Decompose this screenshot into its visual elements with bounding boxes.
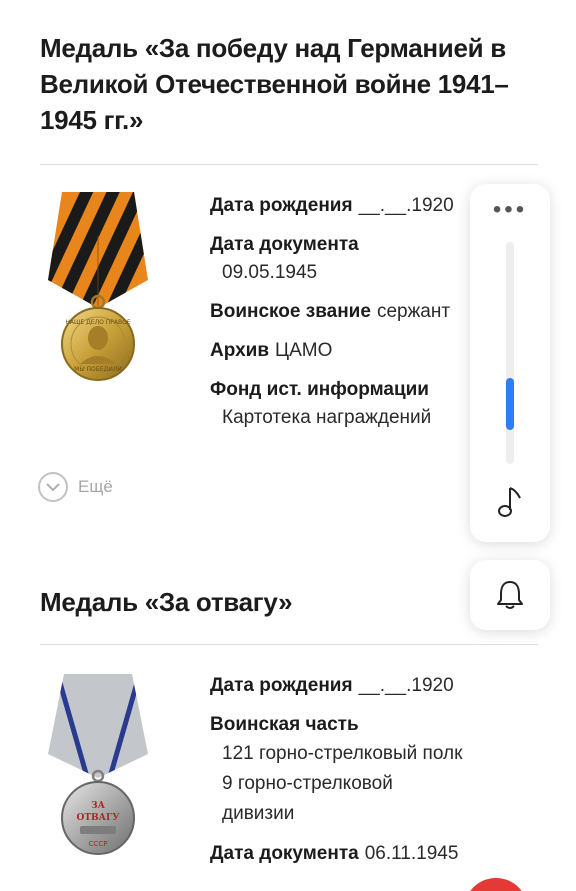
field-info-fund: Фонд ист. информации Картотека награжден…: [210, 376, 472, 432]
show-more-button[interactable]: Ещё: [38, 472, 113, 502]
floating-tools-panel: •••: [470, 184, 550, 542]
scroll-thumb[interactable]: [506, 378, 514, 430]
page: Медаль «За победу над Германией в Велико…: [0, 0, 576, 891]
svg-text:ОТВАГУ: ОТВАГУ: [77, 813, 121, 823]
award-title-courage: Медаль «За отвагу»: [40, 587, 293, 617]
svg-text:МЫ ПОБЕДИЛИ: МЫ ПОБЕДИЛИ: [74, 366, 122, 373]
bell-icon: [497, 581, 523, 609]
field-birth-date: Дата рождения __.__.1920: [210, 192, 472, 220]
field-military-unit: Воинская часть 121 горно-стрелковый полк…: [210, 711, 540, 829]
divider: [40, 644, 538, 645]
field-label: Дата документа: [210, 843, 359, 864]
svg-text:ЗА: ЗА: [91, 801, 105, 811]
field-label: Фонд ист. информации: [210, 379, 429, 400]
field-document-date: Дата документа 09.05.1945: [210, 231, 472, 287]
field-document-date: Дата документа 06.11.1945: [210, 840, 540, 868]
field-birth-date: Дата рождения __.__.1920: [210, 672, 540, 700]
scroll-track[interactable]: [506, 242, 514, 464]
field-value: 09.05.1945: [222, 262, 318, 283]
field-value: 06.11.1945: [364, 843, 459, 864]
field-label: Дата документа: [210, 234, 359, 255]
award-details-courage: Дата рождения __.__.1920 Воинская часть 1…: [210, 672, 540, 879]
field-value: __.__.1920: [358, 195, 454, 216]
chevron-down-icon: [38, 472, 68, 502]
field-label: Воинская часть: [210, 714, 359, 735]
field-value: Картотека награждений: [222, 407, 432, 428]
more-dots-icon[interactable]: •••: [470, 198, 550, 222]
divider: [40, 164, 538, 165]
field-value-line: дивизии: [222, 803, 295, 824]
show-more-label: Ещё: [78, 477, 113, 496]
field-value-line: 121 горно-стрелковый полк: [222, 743, 463, 764]
award-details-victory: Дата рождения __.__.1920 Дата документа 0…: [210, 192, 472, 462]
medal-victory-image: НАШЕ ДЕЛО ПРАВОЕ МЫ ПОБЕДИЛИ: [48, 192, 148, 381]
field-value: ЦАМО: [275, 340, 333, 361]
action-button-partial[interactable]: [464, 878, 528, 891]
award-title-victory: Медаль «За победу над Германией в Велико…: [40, 33, 509, 135]
field-label: Архив: [210, 340, 270, 361]
field-value-line: 9 горно-стрелковой: [222, 773, 393, 794]
music-note-icon[interactable]: [494, 482, 526, 522]
field-value: сержант: [376, 301, 451, 322]
field-label: Дата рождения: [210, 675, 353, 696]
field-label: Воинское звание: [210, 301, 371, 322]
svg-text:СССР: СССР: [89, 840, 108, 848]
notifications-button[interactable]: [470, 560, 550, 630]
field-label: Дата рождения: [210, 195, 353, 216]
medal-courage-image: ЗА ОТВАГУ СССР: [48, 674, 148, 855]
field-value: __.__.1920: [358, 675, 454, 696]
field-military-rank: Воинское звание сержант: [210, 298, 472, 326]
svg-text:НАШЕ ДЕЛО ПРАВОЕ: НАШЕ ДЕЛО ПРАВОЕ: [65, 319, 130, 326]
field-archive: Архив ЦАМО: [210, 337, 472, 365]
